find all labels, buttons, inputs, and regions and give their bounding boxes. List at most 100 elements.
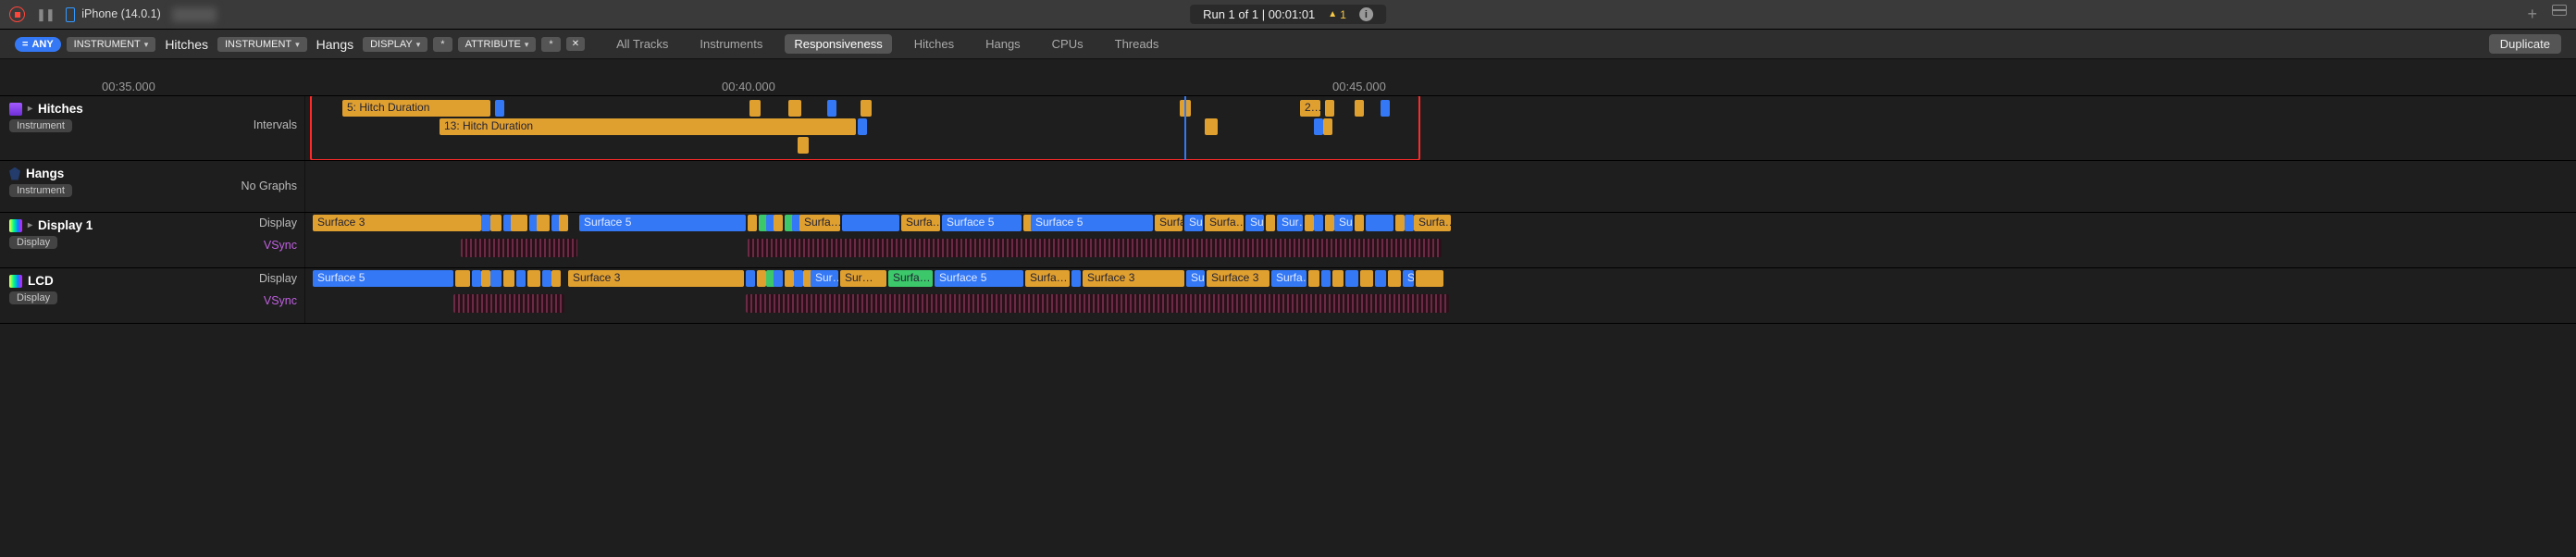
surface-bar[interactable]: Sur…	[1277, 215, 1303, 231]
filter-attribute-star[interactable]	[541, 37, 560, 52]
track-body[interactable]: Surface 3 Surface 5 Surfa… Surfa… Surfac…	[305, 213, 2576, 267]
surface-bar[interactable]: Surfa…	[1155, 215, 1183, 231]
tab-hangs[interactable]: Hangs	[976, 34, 1030, 54]
filter-clear-button[interactable]	[566, 37, 585, 51]
hitch-bar[interactable]: 5: Hitch Duration	[342, 100, 490, 117]
hitch-bar[interactable]	[1355, 100, 1364, 117]
surface-bar[interactable]	[1308, 270, 1319, 287]
filter-attribute-pill[interactable]: ATTRIBUTE	[458, 37, 537, 52]
surface-bar[interactable]	[1071, 270, 1081, 287]
surface-bar[interactable]	[551, 270, 561, 287]
surface-bar[interactable]	[1366, 215, 1393, 231]
device-selector[interactable]: iPhone (14.0.1)	[66, 7, 161, 22]
surface-bar[interactable]: Surfa…	[1025, 270, 1070, 287]
surface-bar[interactable]: Surfa…	[1205, 215, 1244, 231]
record-button[interactable]	[9, 6, 25, 22]
surface-bar[interactable]	[1416, 270, 1443, 287]
tab-instruments[interactable]: Instruments	[690, 34, 772, 54]
surface-bar[interactable]: Surfa…	[799, 215, 840, 231]
surface-bar[interactable]: Surfa…	[888, 270, 933, 287]
surface-bar[interactable]	[490, 215, 502, 231]
surface-bar[interactable]	[774, 215, 783, 231]
surface-bar[interactable]: Surface 5	[579, 215, 746, 231]
display-badge[interactable]: Display	[9, 236, 57, 249]
hitch-bar[interactable]	[858, 118, 867, 135]
surface-bar[interactable]	[481, 270, 490, 287]
surface-bar[interactable]	[1314, 215, 1323, 231]
pause-button[interactable]: ❚❚	[36, 7, 55, 22]
surface-bar[interactable]	[1360, 270, 1373, 287]
panel-toggle-icon[interactable]	[2552, 5, 2567, 16]
surface-bar[interactable]	[537, 215, 550, 231]
surface-bar[interactable]: Surface 5	[935, 270, 1023, 287]
surface-bar[interactable]	[1388, 270, 1401, 287]
hitch-bar[interactable]	[788, 100, 801, 117]
tab-threads[interactable]: Threads	[1106, 34, 1169, 54]
surface-bar[interactable]: Su…	[1184, 215, 1203, 231]
tab-hitches[interactable]: Hitches	[905, 34, 963, 54]
surface-bar[interactable]	[542, 270, 551, 287]
hitch-bar[interactable]	[495, 100, 504, 117]
filter-display-star[interactable]	[433, 37, 452, 52]
surface-bar[interactable]: Surface 3	[1207, 270, 1269, 287]
surface-bar[interactable]	[1405, 215, 1414, 231]
surface-bar[interactable]	[1332, 270, 1344, 287]
time-ruler[interactable]: 00:35.000 00:40.000 00:45.000	[0, 59, 2576, 96]
disclosure-icon[interactable]	[28, 220, 32, 230]
hitch-bar[interactable]	[1323, 118, 1332, 135]
hitch-bar[interactable]: 2…	[1300, 100, 1320, 117]
surface-bar[interactable]: Su…	[1403, 270, 1414, 287]
filter-instrument-pill-2[interactable]: INSTRUMENT	[217, 37, 307, 52]
hitch-bar[interactable]	[861, 100, 872, 117]
surface-bar[interactable]: Sur…	[811, 270, 838, 287]
surface-bar[interactable]	[516, 270, 526, 287]
hitch-bar[interactable]	[798, 137, 809, 154]
surface-bar[interactable]	[748, 215, 757, 231]
surface-bar[interactable]: Sur…	[840, 270, 886, 287]
surface-bar[interactable]: Surfa…	[1414, 215, 1451, 231]
surface-bar[interactable]: Surface 5	[942, 215, 1022, 231]
surface-bar[interactable]	[757, 270, 766, 287]
surface-bar[interactable]: Sur…	[1334, 215, 1353, 231]
hitch-bar[interactable]	[827, 100, 836, 117]
surface-bar[interactable]	[490, 270, 502, 287]
surface-bar[interactable]	[794, 270, 803, 287]
surface-bar[interactable]	[1325, 215, 1334, 231]
warning-badge[interactable]: 1	[1328, 8, 1346, 21]
hitch-bar[interactable]	[749, 100, 761, 117]
hitch-bar[interactable]: 13: Hitch Duration	[440, 118, 856, 135]
hitch-bar[interactable]	[1205, 118, 1218, 135]
surface-bar[interactable]	[1375, 270, 1386, 287]
surface-bar[interactable]	[472, 270, 481, 287]
surface-bar[interactable]	[774, 270, 783, 287]
surface-bar[interactable]: Surface 3	[568, 270, 744, 287]
surface-bar[interactable]	[1395, 215, 1405, 231]
track-body[interactable]: Surface 5 Surface 3 Sur… Sur… Surfa… Sur…	[305, 268, 2576, 323]
tab-responsiveness[interactable]: Responsiveness	[785, 34, 891, 54]
track-body[interactable]	[305, 161, 2576, 212]
surface-bar[interactable]: Su…	[1186, 270, 1205, 287]
duplicate-button[interactable]: Duplicate	[2489, 34, 2561, 54]
surface-bar[interactable]	[1345, 270, 1358, 287]
filter-any-pill[interactable]: = ANY	[15, 37, 61, 52]
surface-bar[interactable]	[785, 270, 794, 287]
track-body[interactable]: 5: Hitch Duration 2… 13: Hitch Duration	[305, 96, 2576, 160]
instrument-badge[interactable]: Instrument	[9, 184, 72, 197]
hitch-bar[interactable]	[1325, 100, 1334, 117]
surface-bar[interactable]	[455, 270, 470, 287]
run-status-pill[interactable]: Run 1 of 1 | 00:01:01 1 i	[1190, 5, 1386, 24]
surface-bar[interactable]	[511, 215, 527, 231]
hitch-bar[interactable]	[1314, 118, 1323, 135]
filter-instrument-pill[interactable]: INSTRUMENT	[67, 37, 156, 52]
surface-bar[interactable]: Surface 5	[1031, 215, 1153, 231]
surface-bar[interactable]	[1355, 215, 1364, 231]
surface-bar[interactable]	[842, 215, 899, 231]
info-icon[interactable]: i	[1359, 7, 1373, 21]
surface-bar[interactable]: Surface 5	[313, 270, 453, 287]
surface-bar[interactable]: Su…	[1245, 215, 1264, 231]
surface-bar[interactable]	[559, 215, 568, 231]
playhead[interactable]	[1184, 96, 1186, 160]
hitch-bar[interactable]	[1381, 100, 1390, 117]
surface-bar[interactable]: Surfa…	[901, 215, 940, 231]
surface-bar[interactable]	[746, 270, 755, 287]
